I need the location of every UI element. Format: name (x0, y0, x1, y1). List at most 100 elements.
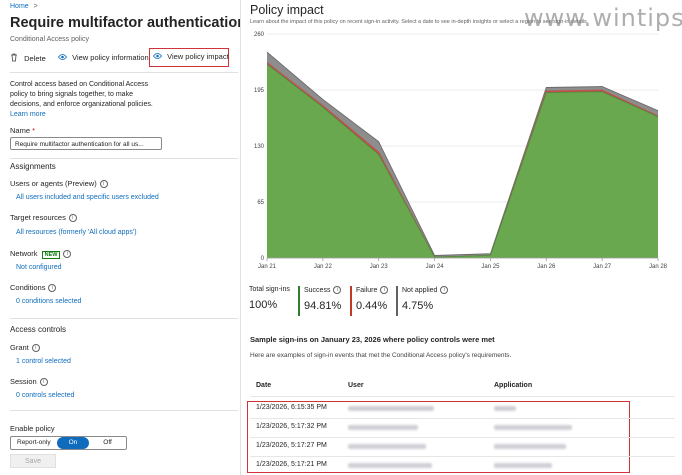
users-value-link[interactable]: All users included and specific users ex… (16, 194, 159, 201)
x-tick-label: Jan 27 (593, 264, 612, 270)
x-tick-label: Jan 23 (370, 264, 389, 270)
conditions-label-text: Conditions (10, 283, 46, 292)
session-label: Session i (10, 377, 48, 387)
users-label-text: Users or agents (Preview) (10, 179, 97, 188)
network-label-text: Network (10, 249, 38, 258)
metric-label: Not applied i (402, 286, 449, 294)
row-date: 1/23/2026, 5:17:27 PM (256, 442, 327, 449)
redacted-user (348, 406, 434, 411)
metric-success: Success i 94.81% (298, 286, 342, 316)
off-option[interactable]: Off (89, 437, 126, 449)
enable-policy-label: Enable policy (10, 424, 55, 433)
info-icon: i (68, 214, 77, 223)
metric-value: 100% (249, 299, 278, 311)
y-tick-label: 130 (254, 144, 265, 150)
name-label: Name * (10, 126, 35, 135)
access-controls-heading: Access controls (10, 325, 67, 334)
session-value-link[interactable]: 0 controls selected (16, 392, 74, 399)
section-divider (10, 410, 238, 411)
redacted-application (494, 425, 572, 430)
metric-value: 4.75% (402, 300, 434, 312)
report-only-option[interactable]: Report-only (11, 437, 57, 449)
row-date: 1/23/2026, 5:17:21 PM (256, 461, 327, 468)
view-policy-impact-label: View policy impact (167, 52, 229, 61)
metric-label: Failure i (356, 286, 389, 294)
x-tick-label: Jan 26 (537, 264, 556, 270)
network-value-link[interactable]: Not configured (16, 264, 62, 271)
metric-label-text: Success (304, 286, 331, 294)
info-icon: i (99, 180, 108, 189)
required-marker: * (32, 126, 36, 135)
conditions-value-link[interactable]: 0 conditions selected (16, 298, 81, 305)
info-icon[interactable]: i (440, 286, 449, 294)
view-policy-information-button[interactable]: View policy information (57, 53, 149, 62)
metric-label-text: Not applied (402, 286, 438, 294)
info-icon: i (31, 344, 40, 353)
x-tick-label: Jan 25 (481, 264, 500, 270)
grant-value-link[interactable]: 1 control selected (16, 358, 71, 365)
table-row[interactable]: 1/23/2026, 5:17:32 PM (250, 418, 675, 438)
breadcrumb[interactable]: Home > (10, 3, 38, 10)
column-header-date[interactable]: Date (256, 382, 271, 389)
policy-impact-chart[interactable]: 260 195 130 65 0 Jan 21 Jan 22 Jan 23 Jan 24 Jan … (241, 28, 682, 303)
delete-label: Delete (24, 54, 46, 63)
grant-label-text: Grant (10, 343, 29, 352)
session-label-text: Session (10, 377, 37, 386)
table-row[interactable]: 1/23/2026, 6:15:35 PM (250, 399, 675, 419)
learn-more-link[interactable]: Learn more (10, 110, 153, 120)
enable-policy-toggle[interactable]: Report-only On Off (10, 436, 127, 450)
breadcrumb-home[interactable]: Home (10, 3, 29, 10)
network-label: Network NEW i (10, 249, 72, 259)
eye-icon (57, 54, 68, 60)
name-label-text: Name (10, 126, 31, 135)
policy-name-input[interactable]: Require multifactor authentication for a… (10, 137, 162, 150)
target-resources-value-link[interactable]: All resources (formerly 'All cloud apps'… (16, 229, 137, 236)
description-line: decisions, and enforce organizational po… (10, 101, 153, 108)
description-line: policy to bring signals together, to mak… (10, 91, 133, 98)
target-resources-label-text: Target resources (10, 213, 66, 222)
save-button[interactable]: Save (10, 454, 56, 468)
metric-failure: Failure i 0.44% (350, 286, 389, 316)
table-row[interactable]: 1/23/2026, 5:17:21 PM (250, 456, 675, 475)
panel-title: Policy impact (250, 3, 324, 17)
policy-impact-panel: Policy impact Learn about the impact of … (241, 0, 682, 475)
policy-edit-pane: Home > Require multifactor authenticatio… (0, 0, 241, 475)
redacted-user (348, 425, 418, 430)
users-label: Users or agents (Preview) i (10, 179, 108, 189)
table-row[interactable]: 1/23/2026, 5:17:27 PM (250, 437, 675, 457)
metric-value: 94.81% (304, 300, 342, 312)
metric-label: Success i (304, 286, 342, 294)
info-icon[interactable]: i (380, 286, 389, 294)
x-tick-label: Jan 24 (426, 264, 445, 270)
series-area-success (267, 64, 658, 259)
info-icon: i (39, 378, 48, 387)
x-tick-label: Jan 28 (649, 264, 668, 270)
redacted-user (348, 463, 432, 468)
view-policy-information-label: View policy information (72, 53, 149, 62)
table-header: Date User Application (250, 378, 675, 397)
delete-button[interactable]: Delete (10, 53, 46, 63)
info-icon[interactable]: i (333, 286, 342, 294)
on-option[interactable]: On (56, 437, 90, 449)
row-date: 1/23/2026, 5:17:32 PM (256, 423, 327, 430)
y-tick-label: 65 (257, 200, 264, 206)
new-badge: NEW (41, 251, 61, 259)
column-header-application[interactable]: Application (494, 382, 532, 389)
assignments-heading: Assignments (10, 162, 56, 171)
metric-label-text: Failure (356, 286, 378, 294)
section-divider (10, 158, 238, 159)
view-policy-impact-button[interactable]: View policy impact (149, 48, 229, 67)
section-divider (10, 318, 238, 319)
y-tick-label: 0 (261, 256, 265, 262)
y-tick-label: 195 (254, 88, 265, 94)
samples-heading: Sample sign-ins on January 23, 2026 wher… (250, 335, 495, 344)
info-icon: i (63, 250, 72, 259)
conditions-label: Conditions i (10, 283, 57, 293)
column-header-user[interactable]: User (348, 382, 364, 389)
metric-not-applied: Not applied i 4.75% (396, 286, 449, 316)
eye-icon (152, 53, 163, 59)
breadcrumb-chevron-icon: > (33, 3, 38, 10)
samples-description: Here are examples of sign-in events that… (250, 352, 512, 359)
page-title: Require multifactor authentication for (10, 15, 241, 31)
x-tick-label: Jan 22 (314, 264, 333, 270)
